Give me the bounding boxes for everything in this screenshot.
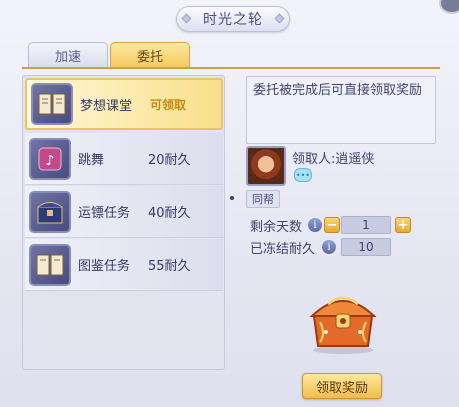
decrease-days-button[interactable]: − bbox=[324, 217, 340, 233]
task-name: 运镖任务 bbox=[78, 206, 131, 221]
info-icon[interactable]: i bbox=[322, 240, 336, 254]
task-cost: 40耐久 bbox=[148, 206, 191, 221]
bullet-dot bbox=[230, 196, 234, 200]
book-icon bbox=[29, 243, 71, 286]
task-cost: 20耐久 bbox=[148, 153, 191, 168]
task-list: 梦想课堂 可领取 ♪ 跳舞 20耐久 运镖任务 40耐久 图鉴任务 55耐久 bbox=[22, 75, 225, 370]
task-name: 图鉴任务 bbox=[78, 259, 131, 274]
tab-commission-label: 委托 bbox=[136, 50, 163, 65]
task-item-dance[interactable]: ♪ 跳舞 20耐久 bbox=[25, 133, 223, 185]
book-icon bbox=[31, 83, 73, 125]
svg-text:♪: ♪ bbox=[46, 153, 55, 169]
remaining-days-value[interactable]: 1 bbox=[341, 216, 391, 234]
receiver-label: 领取人:逍遥侠 bbox=[292, 152, 375, 167]
window-title: 时光之轮 bbox=[203, 12, 263, 28]
task-name: 梦想课堂 bbox=[80, 98, 133, 114]
window-title-bar: 时光之轮 bbox=[176, 6, 290, 32]
avatar[interactable] bbox=[246, 146, 286, 186]
tab-accelerate-label: 加速 bbox=[54, 50, 81, 65]
claim-reward-button[interactable]: 领取奖励 bbox=[302, 373, 382, 399]
tab-divider bbox=[22, 67, 440, 69]
info-icon[interactable]: i bbox=[308, 218, 322, 232]
treasure-chest-reward-icon bbox=[306, 282, 380, 356]
tab-commission[interactable]: 委托 bbox=[110, 42, 190, 68]
claim-reward-label: 领取奖励 bbox=[315, 380, 368, 396]
frozen-durability-value: 10 bbox=[341, 238, 391, 256]
task-name: 跳舞 bbox=[78, 153, 105, 168]
increase-days-button[interactable]: + bbox=[395, 217, 411, 233]
title-ornament-right-icon bbox=[274, 13, 285, 24]
title-ornament-left-icon bbox=[181, 13, 192, 24]
task-cost: 55耐久 bbox=[148, 259, 191, 274]
task-item-collection[interactable]: 图鉴任务 55耐久 bbox=[25, 239, 223, 291]
tab-accelerate[interactable]: 加速 bbox=[28, 42, 108, 68]
guild-tag: 同帮 bbox=[246, 190, 280, 208]
task-status-claimable: 可领取 bbox=[150, 97, 187, 112]
task-description: 委托被完成后可直接领取奖励 bbox=[246, 76, 436, 144]
task-item-dream-classroom[interactable]: 梦想课堂 可领取 bbox=[25, 78, 223, 130]
treasure-chest-icon bbox=[29, 190, 71, 233]
music-scroll-icon: ♪ bbox=[29, 137, 71, 180]
frozen-durability-label: 已冻结耐久 bbox=[250, 242, 316, 257]
chat-bubble-icon[interactable]: ••• bbox=[294, 168, 312, 182]
task-item-escort[interactable]: 运镖任务 40耐久 bbox=[25, 186, 223, 238]
remaining-days-label: 剩余天数 bbox=[250, 220, 303, 235]
